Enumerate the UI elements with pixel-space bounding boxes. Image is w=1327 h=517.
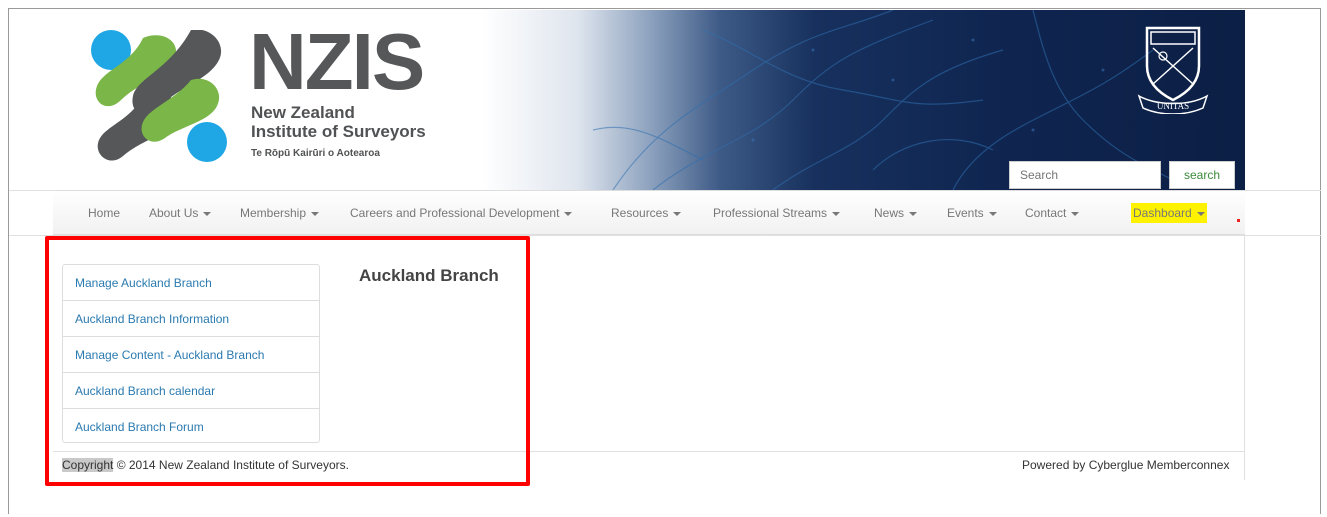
caret-down-icon — [564, 211, 573, 216]
nav-item-label: Home — [88, 206, 121, 220]
caret-down-icon — [1196, 211, 1205, 216]
crest-motto: UNITAS — [1157, 101, 1189, 111]
nav-item-label: Resources — [611, 206, 669, 220]
footer-powered-by[interactable]: Powered by Cyberglue Memberconnex — [1022, 458, 1229, 472]
org-name: New Zealand Institute of Surveyors — [251, 103, 426, 141]
caret-down-icon — [909, 211, 918, 216]
annotation-highlight-box — [45, 236, 530, 486]
caret-down-icon — [311, 211, 320, 216]
search-button[interactable]: search — [1169, 161, 1235, 189]
nav-item-label: Dashboard — [1133, 206, 1192, 220]
nzis-logo-icon — [91, 30, 227, 162]
caret-down-icon — [1071, 211, 1080, 216]
nav-item-events[interactable]: Events — [947, 191, 997, 235]
dashboard-highlight: Dashboard — [1131, 203, 1207, 223]
nav-item-professional-streams[interactable]: Professional Streams — [713, 191, 841, 235]
nav-item-resources[interactable]: Resources — [611, 191, 682, 235]
nav-item-label: Contact — [1025, 206, 1067, 220]
nav-item-news[interactable]: News — [874, 191, 918, 235]
header-banner: NZIS New Zealand Institute of Surveyors … — [53, 10, 1245, 190]
org-name-line1: New Zealand — [251, 103, 355, 122]
content-edge — [1244, 235, 1245, 480]
org-name-line2: Institute of Surveyors — [251, 122, 426, 141]
nav-item-contact[interactable]: Contact — [1025, 191, 1080, 235]
nav-item-label: Membership — [240, 206, 307, 220]
nav-item-dashboard[interactable]: Dashboard — [1131, 191, 1207, 235]
nav-item-label: Careers and Professional Development — [350, 206, 560, 220]
caret-down-icon — [832, 211, 841, 216]
nav-item-home[interactable]: Home — [88, 191, 120, 235]
nav-item-label: About Us — [149, 206, 199, 220]
nav-item-label: News — [874, 206, 905, 220]
org-maori-name: Te Rōpū Kairūri o Aotearoa — [251, 148, 380, 159]
caret-down-icon — [203, 211, 212, 216]
nav-item-label: Professional Streams — [713, 206, 828, 220]
crest-icon: UNITAS — [1137, 26, 1209, 114]
nav-item-careers[interactable]: Careers and Professional Development — [350, 191, 573, 235]
nav-item-membership[interactable]: Membership — [240, 191, 320, 235]
caret-down-icon — [988, 211, 997, 216]
annotation-dot — [1237, 219, 1240, 222]
nav-item-label: Events — [947, 206, 984, 220]
logo-wordmark: NZIS — [249, 17, 425, 106]
main-nav: Home About Us Membership Careers and Pro… — [53, 190, 1245, 235]
nav-item-about-us[interactable]: About Us — [149, 191, 212, 235]
search-input[interactable] — [1009, 161, 1161, 189]
caret-down-icon — [673, 211, 682, 216]
